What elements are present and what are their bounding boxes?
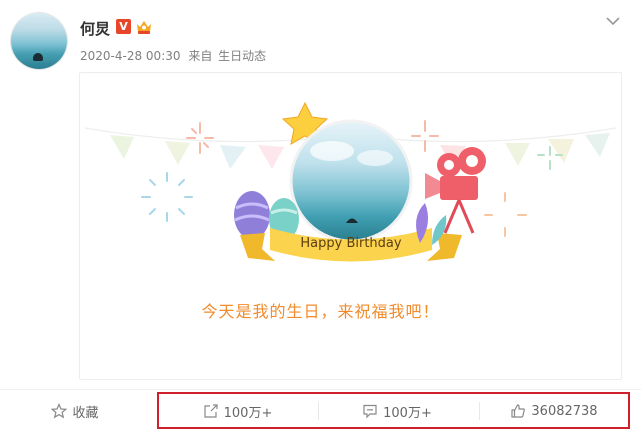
weibo-post: 何炅 V 2020-4-28 00:30 来自 生日动态 Happy Birth…	[0, 0, 641, 430]
comment-button[interactable]: 100万+	[318, 399, 476, 423]
avatar-figure	[33, 53, 43, 61]
verified-badge: V	[116, 19, 131, 34]
birthday-message: 今天是我的生日，来祝福我吧！	[201, 302, 440, 321]
author-name[interactable]: 何炅	[80, 18, 110, 39]
like-button[interactable]: 36082738	[479, 399, 629, 423]
avatar[interactable]	[11, 13, 67, 69]
post-timestamp[interactable]: 2020-4-28 00:30	[80, 49, 181, 63]
share-count: 100万+	[223, 405, 273, 421]
favorite-label: 收藏	[72, 405, 99, 421]
thumbs-up-icon	[511, 404, 526, 418]
comment-count: 100万+	[383, 405, 432, 421]
action-bar-divider	[0, 389, 641, 390]
like-count: 36082738	[531, 403, 598, 419]
birthday-illustration: Happy Birthday	[84, 101, 617, 262]
share-button[interactable]: 100万+	[160, 399, 315, 423]
source-prefix: 来自	[188, 49, 213, 63]
banner-label: Happy Birthday	[300, 236, 402, 251]
favorite-button[interactable]: 收藏	[30, 399, 120, 423]
star-outline-icon	[51, 403, 68, 419]
share-arrow-icon	[204, 404, 218, 418]
post-source[interactable]: 生日动态	[218, 49, 266, 63]
chevron-down-icon[interactable]	[604, 14, 622, 28]
birthday-card[interactable]: Happy Birthday	[79, 72, 622, 380]
member-crown-icon	[137, 21, 151, 34]
post-meta: 2020-4-28 00:30 来自 生日动态	[80, 47, 270, 64]
comment-bubble-icon	[363, 404, 377, 419]
